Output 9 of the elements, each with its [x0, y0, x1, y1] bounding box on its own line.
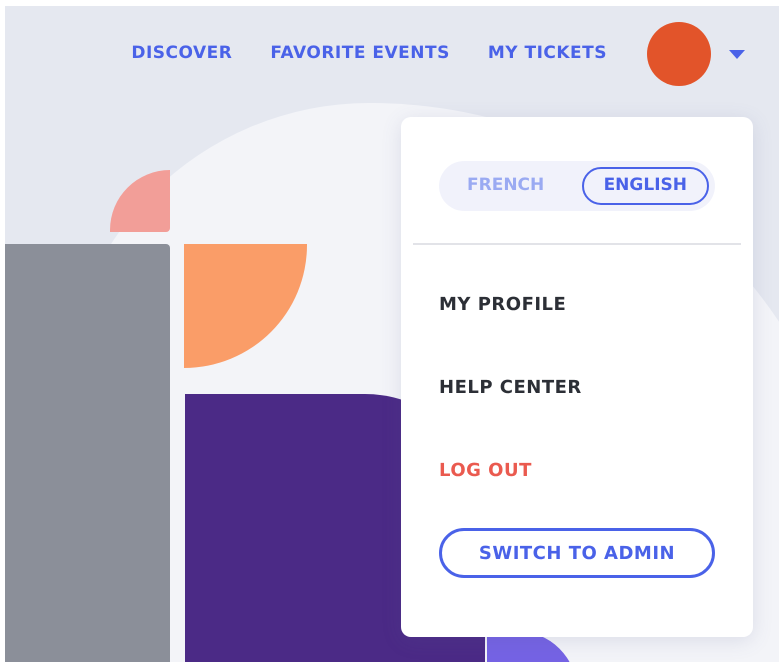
language-tab[interactable]: ENGLISH	[582, 167, 709, 205]
nav-link[interactable]: MY TICKETS	[488, 41, 607, 67]
menu-item[interactable]: HELP CENTER	[439, 374, 582, 401]
nav-link[interactable]: FAVORITE EVENTS	[270, 41, 450, 67]
menu-item[interactable]: MY PROFILE	[439, 291, 566, 318]
logout-link[interactable]: LOG OUT	[439, 457, 532, 484]
nav-link[interactable]: DISCOVER	[131, 41, 232, 67]
caret-icon[interactable]	[729, 50, 745, 58]
switch-admin-button[interactable]: SWITCH TO ADMIN	[439, 528, 715, 578]
